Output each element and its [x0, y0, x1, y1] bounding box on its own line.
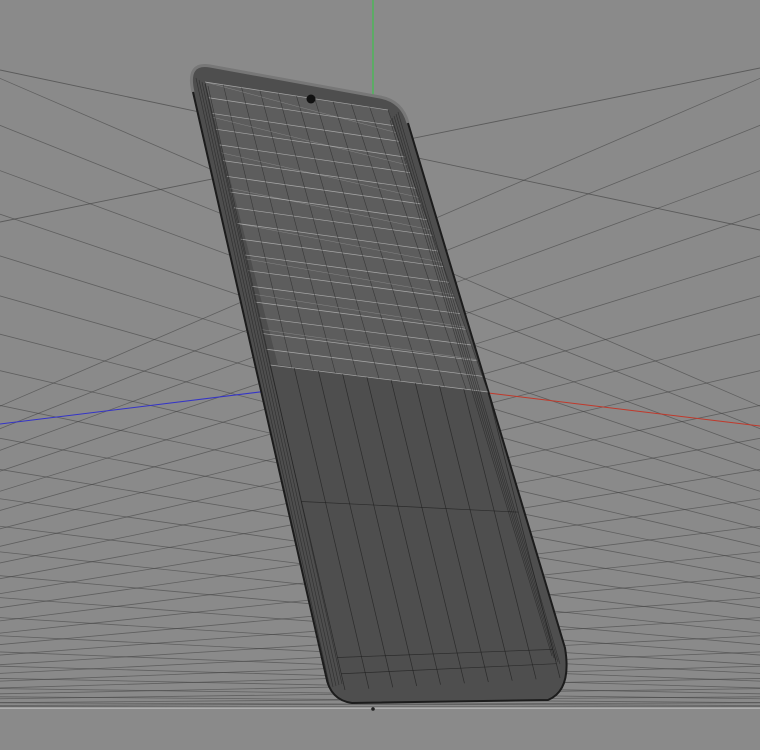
- phone-model-wireframe[interactable]: [189, 64, 568, 705]
- x-axis-line: [479, 391, 760, 427]
- origin-marker: [371, 707, 375, 711]
- 3d-viewport[interactable]: [0, 0, 760, 750]
- front-camera-icon: [306, 94, 316, 104]
- viewport-scene[interactable]: [0, 0, 760, 750]
- phone-screen-area[interactable]: [205, 82, 488, 392]
- z-axis-line: [0, 387, 293, 425]
